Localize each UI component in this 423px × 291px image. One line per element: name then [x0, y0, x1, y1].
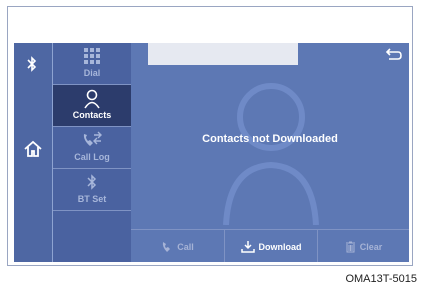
clear-button-label: Clear — [359, 241, 383, 252]
bluetooth-icon — [53, 173, 131, 193]
menu-item-bt-set[interactable]: BT Set — [53, 169, 131, 211]
left-rail — [14, 43, 53, 262]
menu-item-label: BT Set — [77, 194, 107, 204]
back-arrow-icon[interactable] — [385, 47, 403, 66]
clear-button[interactable]: Clear — [318, 230, 409, 262]
keypad-icon — [53, 47, 131, 67]
phone-menu: Dial Contacts Call Log BT Set — [53, 43, 131, 262]
menu-item-contacts[interactable]: Contacts — [53, 85, 131, 127]
search-field[interactable] — [148, 43, 298, 65]
menu-item-label: Call Log — [74, 152, 110, 162]
phone-icon — [163, 241, 171, 252]
bluetooth-icon[interactable] — [23, 55, 41, 78]
person-silhouette-icon — [221, 75, 321, 230]
call-log-icon — [53, 131, 131, 151]
trash-icon — [345, 241, 355, 252]
status-message: Contacts not Downloaded — [202, 133, 338, 145]
contacts-panel: Contacts not Downloaded Call Download Cl… — [131, 43, 409, 262]
home-icon[interactable] — [23, 139, 43, 164]
phone-screen: Dial Contacts Call Log BT Set Contacts n… — [14, 43, 409, 262]
call-button[interactable]: Call — [131, 230, 224, 262]
figure-caption: OMA13T-5015 — [345, 273, 417, 285]
download-button[interactable]: Download — [225, 230, 317, 262]
call-button-label: Call — [177, 241, 194, 252]
person-icon — [53, 89, 131, 109]
download-icon — [240, 241, 255, 253]
menu-item-label: Contacts — [72, 110, 112, 120]
action-bar: Call Download Clear — [131, 229, 409, 262]
menu-item-call-log[interactable]: Call Log — [53, 127, 131, 169]
menu-empty-slot — [53, 211, 131, 262]
download-button-label: Download — [258, 241, 302, 252]
menu-item-label: Dial — [83, 68, 101, 78]
menu-item-dial[interactable]: Dial — [53, 43, 131, 85]
